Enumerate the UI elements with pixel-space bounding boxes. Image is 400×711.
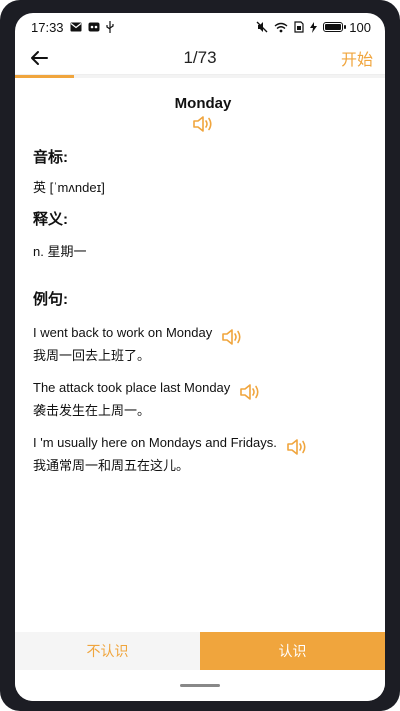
word-counter: 1/73 <box>183 47 217 67</box>
usb-icon <box>105 21 114 33</box>
screen: 17:33 100 1/73 开始 Monday 音标: 英 [ˈmʌndeɪ]… <box>15 13 385 701</box>
status-time: 17:33 <box>31 19 64 35</box>
example-english: I went back to work on Monday <box>33 325 213 340</box>
sim-icon <box>294 21 304 33</box>
speaker-icon[interactable] <box>238 382 262 402</box>
phonetic-heading: 音标: <box>33 149 68 166</box>
device-frame: 17:33 100 1/73 开始 Monday 音标: 英 [ˈmʌndeɪ]… <box>0 0 400 711</box>
example-item: I 'm usually here on Mondays and Fridays… <box>33 431 373 474</box>
charging-icon <box>310 21 318 33</box>
system-nav-bar <box>15 670 385 701</box>
speaker-icon[interactable] <box>285 437 309 457</box>
example-english: The attack took place last Monday <box>33 380 231 395</box>
example-item: The attack took place last Monday 袭击发生在上… <box>33 376 373 419</box>
progress-bar-fill <box>15 75 75 78</box>
examples-heading: 例句: <box>33 291 68 308</box>
meaning-text: n. 星期一 <box>33 244 87 259</box>
app-bar: 1/73 开始 <box>15 41 385 75</box>
example-chinese: 袭击发生在上周一。 <box>33 403 151 418</box>
speaker-icon[interactable] <box>191 114 215 134</box>
notification-icon <box>88 22 100 32</box>
mail-icon <box>70 22 82 32</box>
battery-level: 100 <box>349 19 371 35</box>
mute-icon <box>256 21 268 33</box>
word-card: Monday 音标: 英 [ˈmʌndeɪ] 释义: n. 星期一 例句: I … <box>33 91 373 474</box>
battery-icon <box>323 22 347 32</box>
back-button[interactable] <box>29 46 53 70</box>
home-indicator[interactable] <box>180 684 220 687</box>
example-english: I 'm usually here on Mondays and Fridays… <box>33 435 277 450</box>
arrow-left-icon <box>31 50 48 65</box>
phonetic-text: 英 [ˈmʌndeɪ] <box>33 180 105 195</box>
progress-bar <box>15 75 385 78</box>
example-chinese: 我通常周一和周五在这儿。 <box>33 458 190 473</box>
meaning-heading: 释义: <box>33 211 68 228</box>
example-item: I went back to work on Monday 我周一回去上班了。 <box>33 321 373 364</box>
unknown-button[interactable]: 不认识 <box>15 632 200 670</box>
word-title: Monday <box>174 95 232 112</box>
answer-bar: 不认识 认识 <box>15 632 385 670</box>
speaker-icon[interactable] <box>220 327 244 347</box>
known-button[interactable]: 认识 <box>200 632 385 670</box>
wifi-icon <box>274 22 288 33</box>
example-chinese: 我周一回去上班了。 <box>33 348 151 363</box>
start-button[interactable]: 开始 <box>341 46 373 70</box>
status-bar: 17:33 100 <box>15 13 385 41</box>
